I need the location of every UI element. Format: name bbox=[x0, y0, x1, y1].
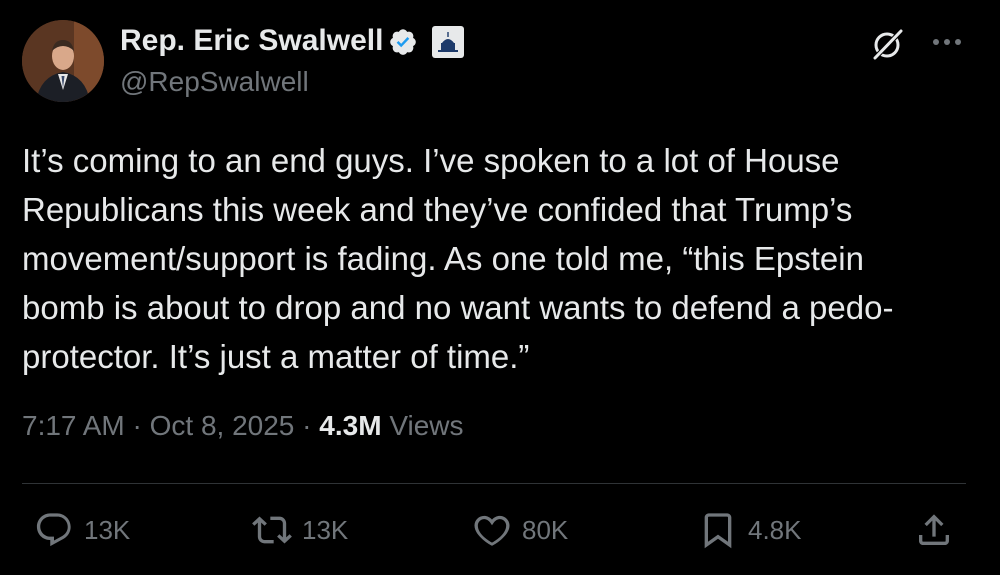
tweet-text-line: protector. It’s just a matter of time.” bbox=[22, 338, 530, 375]
tweet-text-line: bomb is about to drop and no want wants … bbox=[22, 289, 894, 326]
reply-button[interactable]: 13K bbox=[34, 510, 130, 550]
reply-icon bbox=[36, 513, 71, 547]
tweet-text-line: It’s coming to an end guys. I’ve spoken … bbox=[22, 142, 840, 179]
views-label: Views bbox=[389, 410, 464, 441]
reply-count: 13K bbox=[84, 514, 131, 545]
bookmark-count: 4.8K bbox=[748, 514, 802, 545]
repost-icon bbox=[252, 516, 292, 544]
share-button[interactable] bbox=[914, 510, 964, 550]
author-display-name[interactable]: Rep. Eric Swalwell bbox=[120, 24, 383, 58]
repost-button[interactable]: 13K bbox=[252, 510, 348, 550]
author-handle[interactable]: @RepSwalwell bbox=[120, 66, 309, 98]
tweet-text-line: Republicans this week and they’ve confid… bbox=[22, 191, 853, 228]
tweet-text: It’s coming to an end guys. I’ve spoken … bbox=[22, 136, 972, 381]
repost-count: 13K bbox=[302, 514, 349, 545]
capitol-icon bbox=[432, 26, 464, 58]
meta-separator: · bbox=[132, 410, 142, 441]
tweet-time[interactable]: 7:17 AM bbox=[22, 410, 125, 441]
grok-icon[interactable] bbox=[870, 26, 906, 62]
tweet-date[interactable]: Oct 8, 2025 bbox=[150, 410, 295, 441]
heart-icon bbox=[474, 515, 510, 546]
more-options-icon[interactable] bbox=[930, 30, 964, 54]
tweet-text-line: movement/support is fading. As one told … bbox=[22, 240, 864, 277]
bookmark-icon bbox=[704, 513, 732, 549]
divider bbox=[22, 483, 966, 484]
tweet-metadata: 7:17 AM · Oct 8, 2025 · 4.3M Views bbox=[22, 410, 464, 442]
views-count: 4.3M bbox=[319, 410, 382, 441]
verified-badge-icon bbox=[390, 29, 416, 55]
like-button[interactable]: 80K bbox=[472, 510, 568, 550]
bookmark-button[interactable]: 4.8K bbox=[698, 510, 802, 550]
like-count: 80K bbox=[522, 514, 569, 545]
meta-separator: · bbox=[302, 410, 312, 441]
avatar[interactable] bbox=[22, 20, 104, 102]
share-icon bbox=[919, 514, 949, 545]
